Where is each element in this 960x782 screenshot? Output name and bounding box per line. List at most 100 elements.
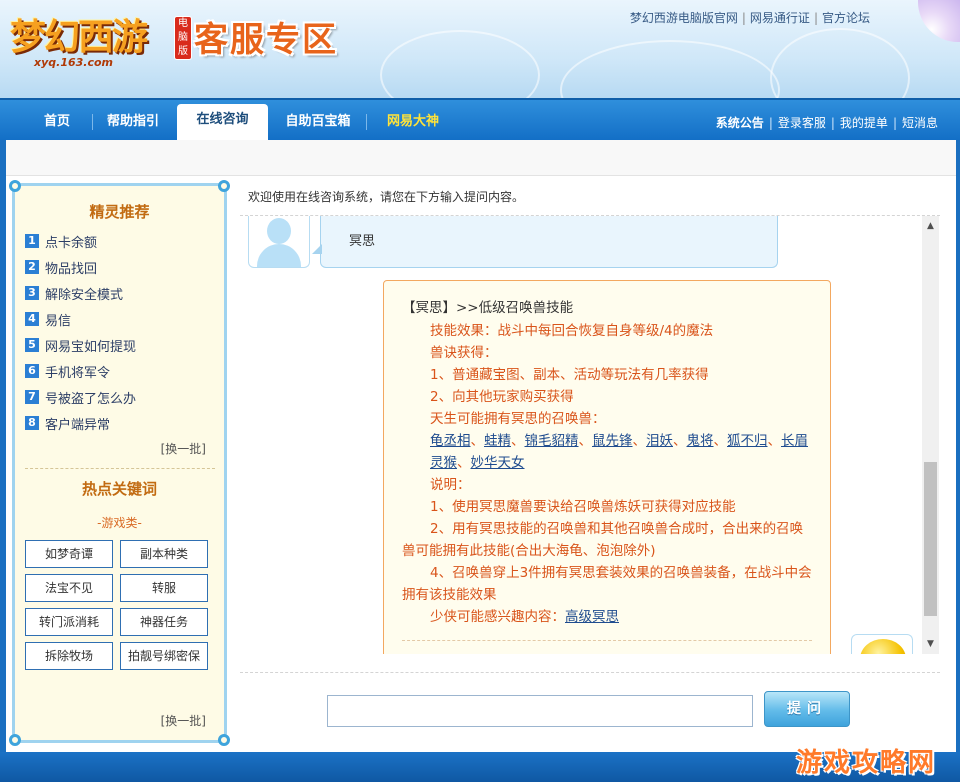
list-item[interactable]: 6 手机将军令 <box>25 358 136 384</box>
note-title: 说明： <box>430 477 471 493</box>
avatar-head <box>267 218 291 244</box>
category-label: -游戏类- <box>97 516 142 530</box>
list-item[interactable]: 2 物品找回 <box>25 254 136 280</box>
welcome-message: 欢迎使用在线咨询系统，请您在下方输入提问内容。 <box>248 190 525 204</box>
user-message-text: 冥思 <box>349 234 376 249</box>
top-links: 梦幻西游电脑版官网 | 网易通行证 | 官方论坛 <box>629 11 870 25</box>
skill-effect: 技能效果：战斗中每回合恢复自身等级/4的魔法 <box>430 323 714 339</box>
avatar-body <box>257 244 301 267</box>
pet-link[interactable]: 锦毛貂精 <box>525 433 579 449</box>
keyword-button[interactable]: 如梦奇谭 <box>25 540 113 568</box>
game-logo[interactable]: 梦幻西游 电脑版 xyq.163.com <box>10 6 192 70</box>
note-line-2: 2、用有冥思技能的召唤兽和其他召唤兽合成时，合出来的召唤兽可能拥有此技能(合出大… <box>402 521 804 559</box>
pet-link[interactable]: 妙华天女 <box>471 455 525 471</box>
interest-label: 少侠可能感兴趣内容： <box>430 609 565 625</box>
user-message-bubble: 冥思 <box>312 216 778 268</box>
obtain-title: 兽诀获得： <box>430 345 498 361</box>
pet-link[interactable]: 泪妖 <box>646 433 673 449</box>
divider <box>240 672 940 673</box>
keyword-button[interactable]: 拍靓号绑密保 <box>120 642 208 670</box>
tab-help-guide[interactable]: 帮助指引 <box>100 110 166 140</box>
list-item[interactable]: 3 解除安全模式 <box>25 280 136 306</box>
item-label: 易信 <box>45 313 72 329</box>
tab-netease-dashen[interactable]: 网易大神 <box>378 110 448 140</box>
login-service-link[interactable]: 登录客服 <box>778 116 826 130</box>
keyword-grid: 如梦奇谭 副本种类 法宝不见 转服 转门派消耗 神器任务 拆除牧场 拍靓号绑密保 <box>25 540 215 670</box>
keyword-button[interactable]: 拆除牧场 <box>25 642 113 670</box>
refresh-sprite-button[interactable]: [换一批] <box>161 440 206 457</box>
hot-keywords-title: 热点关键词 <box>81 480 157 498</box>
keyword-button[interactable]: 转服 <box>120 574 208 602</box>
ask-button[interactable]: 提问 <box>764 691 850 727</box>
nav-right-links: 系统公告 | 登录客服 | 我的提单 | 短消息 <box>715 116 938 130</box>
scroll-down-arrow-icon[interactable]: ▼ <box>922 636 939 652</box>
list-item[interactable]: 7 号被盗了怎么办 <box>25 384 136 410</box>
official-site-link[interactable]: 梦幻西游电脑版官网 <box>630 11 738 25</box>
tab-online-consult[interactable]: 在线咨询 <box>177 104 268 140</box>
sub-toolbar <box>6 140 956 176</box>
corner-decoration <box>9 734 21 746</box>
interest-link[interactable]: 高级冥思 <box>565 609 619 625</box>
nav-divider <box>92 114 93 130</box>
item-label: 客户端异常 <box>45 417 111 433</box>
corner-decoration <box>9 180 21 192</box>
obtain-line-2: 2、向其他玩家购买获得 <box>430 389 574 405</box>
pet-link[interactable]: 鼠先锋 <box>592 433 633 449</box>
bubble-tail <box>312 244 322 254</box>
keyword-button[interactable]: 转门派消耗 <box>25 608 113 636</box>
pet-link[interactable]: 蛙精 <box>484 433 511 449</box>
natural-pets-title: 天生可能拥有冥思的召唤兽： <box>430 411 606 427</box>
divider <box>402 640 812 641</box>
rank-number: 7 <box>25 390 39 404</box>
chat-window[interactable]: 冥思 【冥思】>>低级召唤兽技能 技能效果：战斗中每回合恢复自身等级/4的魔法 … <box>240 216 940 654</box>
chat-scrollbar[interactable]: ▲ ▼ <box>922 216 939 654</box>
tab-home[interactable]: 首页 <box>30 110 84 140</box>
question-input[interactable] <box>327 695 753 727</box>
item-label: 手机将军令 <box>45 365 111 381</box>
divider <box>25 468 215 469</box>
keyword-button[interactable]: 副本种类 <box>120 540 208 568</box>
sprite-bot-figure <box>860 639 906 654</box>
my-tickets-link[interactable]: 我的提单 <box>840 116 888 130</box>
scroll-up-arrow-icon[interactable]: ▲ <box>922 218 939 234</box>
pet-links: 龟丞相、蛙精、锦毛貂精、鼠先锋、泪妖、鬼将、狐不归、长眉灵猴、妙华天女 <box>430 433 808 471</box>
logo-badge: 电脑版 <box>174 16 192 60</box>
rank-number: 6 <box>25 364 39 378</box>
corner-decoration <box>218 180 230 192</box>
zone-title: 客服专区 <box>194 20 338 60</box>
logo-url: xyq.163.com <box>34 56 113 69</box>
sprite-recommend-title: 精灵推荐 <box>89 203 150 221</box>
rank-number: 2 <box>25 260 39 274</box>
list-item[interactable]: 1 点卡余额 <box>25 228 136 254</box>
item-label: 号被盗了怎么办 <box>45 391 137 407</box>
rank-number: 5 <box>25 338 39 352</box>
header-decoration <box>560 40 780 100</box>
scrollbar-thumb[interactable] <box>924 462 937 616</box>
interest-line: 少侠可能感兴趣内容：高级冥思 <box>402 606 812 628</box>
tab-self-service-toolbox[interactable]: 自助百宝箱 <box>278 110 358 140</box>
keyword-button[interactable]: 神器任务 <box>120 608 208 636</box>
pet-link[interactable]: 鬼将 <box>687 433 714 449</box>
list-item[interactable]: 4 易信 <box>25 306 136 332</box>
pet-link[interactable]: 狐不归 <box>727 433 768 449</box>
note-line-4: 4、召唤兽穿上3件拥有冥思套装效果的召唤兽装备，在战斗中会拥有该技能效果 <box>402 565 812 603</box>
sprite-recommend-list: 1 点卡余额 2 物品找回 3 解除安全模式 4 易信 5 网易宝如何提现 6 手机将军令 … <box>25 228 136 436</box>
item-label: 物品找回 <box>45 261 98 277</box>
list-item[interactable]: 5 网易宝如何提现 <box>25 332 136 358</box>
obtain-line-1: 1、普通藏宝图、副本、活动等玩法有几率获得 <box>430 367 709 383</box>
messages-link[interactable]: 短消息 <box>902 116 938 130</box>
keyword-button[interactable]: 法宝不见 <box>25 574 113 602</box>
passport-link[interactable]: 网易通行证 <box>750 11 810 25</box>
corner-decoration <box>218 734 230 746</box>
rank-number: 4 <box>25 312 39 326</box>
refresh-keywords-button[interactable]: [换一批] <box>161 712 206 729</box>
logo-text: 梦幻西游 <box>10 16 148 58</box>
header-decoration <box>770 28 910 100</box>
forum-link[interactable]: 官方论坛 <box>822 11 870 25</box>
item-label: 解除安全模式 <box>45 287 124 303</box>
system-notice-link[interactable]: 系统公告 <box>716 116 764 130</box>
pet-link[interactable]: 龟丞相 <box>430 433 471 449</box>
list-item[interactable]: 8 客户端异常 <box>25 410 136 436</box>
item-label: 点卡余额 <box>45 235 98 251</box>
bot-reply-bubble: 【冥思】>>低级召唤兽技能 技能效果：战斗中每回合恢复自身等级/4的魔法 兽诀获… <box>383 280 831 654</box>
